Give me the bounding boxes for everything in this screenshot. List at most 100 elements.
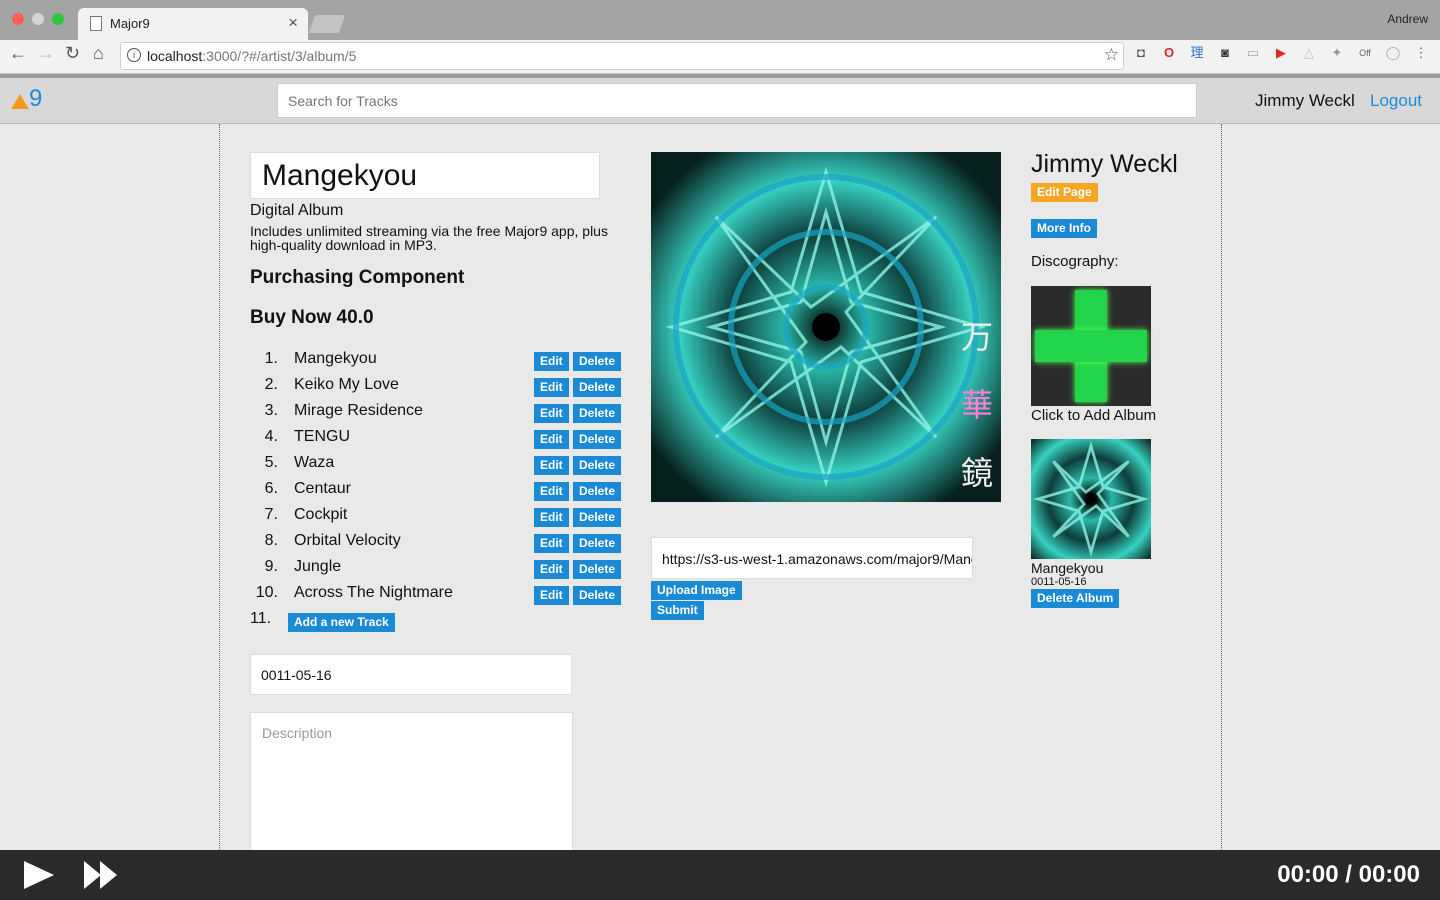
track-name[interactable]: Keiko My Love xyxy=(294,376,399,394)
description-textarea[interactable]: Description xyxy=(250,712,573,852)
extension-chat-icon[interactable]: ▭ xyxy=(1245,45,1261,61)
minimize-window-icon[interactable] xyxy=(32,13,44,25)
url-host: localhost xyxy=(147,48,203,64)
track-row: 9. Jungle Edit Delete xyxy=(240,558,625,584)
submit-button[interactable]: Submit xyxy=(651,601,704,620)
plus-icon xyxy=(1035,330,1147,362)
logo-triangle-icon[interactable] xyxy=(11,94,29,109)
search-input[interactable] xyxy=(277,83,1197,118)
kaleidoscope-art xyxy=(651,152,1001,502)
home-icon[interactable]: ⌂ xyxy=(93,43,104,64)
info-icon[interactable]: i xyxy=(127,48,141,62)
extension-video-icon[interactable]: ▶ xyxy=(1273,45,1289,61)
release-date-input[interactable]: 0011-05-16 xyxy=(250,654,572,695)
edit-track-button[interactable]: Edit xyxy=(534,508,569,527)
delete-track-button[interactable]: Delete xyxy=(573,430,622,449)
delete-track-button[interactable]: Delete xyxy=(573,560,622,579)
fast-forward-icon[interactable] xyxy=(84,861,120,889)
main-container: Mangekyou Digital Album Includes unlimit… xyxy=(219,124,1222,852)
header-user-name[interactable]: Jimmy Weckl xyxy=(1255,91,1355,111)
add-album-label[interactable]: Click to Add Album xyxy=(1031,407,1156,424)
edit-track-button[interactable]: Edit xyxy=(534,586,569,605)
cover-kanji-2: 華 xyxy=(961,386,994,424)
delete-track-button[interactable]: Delete xyxy=(573,352,622,371)
edit-page-button[interactable]: Edit Page xyxy=(1031,183,1098,202)
extension-circle-icon[interactable]: ◯ xyxy=(1385,45,1401,61)
app-header: 9 Jimmy Weckl Logout xyxy=(0,78,1440,124)
delete-track-button[interactable]: Delete xyxy=(573,378,622,397)
track-number: 2. xyxy=(264,376,278,393)
delete-track-button[interactable]: Delete xyxy=(573,534,622,553)
track-name[interactable]: Mangekyou xyxy=(294,350,377,368)
buy-now-label[interactable]: Buy Now 40.0 xyxy=(250,307,374,329)
track-number: 6. xyxy=(264,480,278,497)
album-title-input[interactable]: Mangekyou xyxy=(250,152,600,199)
track-row: 2. Keiko My Love Edit Delete xyxy=(240,376,625,402)
kaleidoscope-thumb xyxy=(1032,440,1150,558)
edit-track-button[interactable]: Edit xyxy=(534,534,569,553)
pocket-icon[interactable]: ◘ xyxy=(1133,45,1149,61)
forward-icon[interactable]: → xyxy=(37,43,55,64)
edit-track-button[interactable]: Edit xyxy=(534,456,569,475)
logout-link[interactable]: Logout xyxy=(1370,91,1422,111)
browser-toolbar: ← → ↻ ⌂ i localhost:3000/?#/artist/3/alb… xyxy=(0,40,1440,74)
tab-title: Major9 xyxy=(110,16,150,31)
track-row: 10. Across The Nightmare Edit Delete xyxy=(240,584,625,610)
track-row: 7. Cockpit Edit Delete xyxy=(240,506,625,532)
reload-icon[interactable]: ↻ xyxy=(65,43,80,64)
opera-icon[interactable]: O xyxy=(1161,45,1177,61)
delete-track-button[interactable]: Delete xyxy=(573,456,622,475)
delete-track-button[interactable]: Delete xyxy=(573,404,622,423)
off-toggle-icon[interactable]: Off xyxy=(1357,45,1373,61)
discography-album-title[interactable]: Mangekyou xyxy=(1031,560,1103,576)
zoom-window-icon[interactable] xyxy=(52,13,64,25)
edit-track-button[interactable]: Edit xyxy=(534,352,569,371)
delete-track-button[interactable]: Delete xyxy=(573,508,622,527)
edit-track-button[interactable]: Edit xyxy=(534,378,569,397)
address-bar[interactable]: i localhost:3000/?#/artist/3/album/5 ☆ xyxy=(120,42,1124,70)
delete-track-button[interactable]: Delete xyxy=(573,586,622,605)
menu-dots-icon[interactable]: ⋮ xyxy=(1413,45,1429,61)
page-icon xyxy=(90,16,102,31)
track-name[interactable]: Orbital Velocity xyxy=(294,532,401,550)
drive-icon[interactable]: △ xyxy=(1301,45,1317,61)
bookmark-star-icon[interactable]: ☆ xyxy=(1104,45,1119,65)
add-album-tile[interactable] xyxy=(1031,286,1151,406)
edit-track-button[interactable]: Edit xyxy=(534,482,569,501)
upload-image-button[interactable]: Upload Image xyxy=(651,581,742,600)
back-icon[interactable]: ← xyxy=(9,43,27,64)
track-row: 3. Mirage Residence Edit Delete xyxy=(240,402,625,428)
add-track-button[interactable]: Add a new Track xyxy=(288,613,395,632)
track-name[interactable]: Cockpit xyxy=(294,506,347,524)
track-name[interactable]: Waza xyxy=(294,454,334,472)
play-icon[interactable] xyxy=(24,861,54,889)
edit-track-button[interactable]: Edit xyxy=(534,430,569,449)
delete-album-button[interactable]: Delete Album xyxy=(1031,589,1120,608)
puzzle-icon[interactable]: ✦ xyxy=(1329,45,1345,61)
track-number: 5. xyxy=(264,454,278,471)
url-path: :3000/?#/artist/3/album/5 xyxy=(202,48,357,64)
track-name[interactable]: Mirage Residence xyxy=(294,402,423,420)
new-tab-button[interactable] xyxy=(308,15,346,33)
track-name[interactable]: Centaur xyxy=(294,480,351,498)
delete-track-button[interactable]: Delete xyxy=(573,482,622,501)
add-track-row: 11. Add a new Track xyxy=(240,610,625,636)
album-thumbnail[interactable] xyxy=(1031,439,1151,559)
close-window-icon[interactable] xyxy=(12,13,24,25)
profile-name[interactable]: Andrew xyxy=(1387,12,1428,26)
edit-track-button[interactable]: Edit xyxy=(534,404,569,423)
discography-album-date: 0011-05-16 xyxy=(1031,576,1087,588)
more-info-button[interactable]: More Info xyxy=(1031,219,1097,238)
track-number: 3. xyxy=(264,402,278,419)
track-name[interactable]: Jungle xyxy=(294,558,341,576)
tab-close-icon[interactable]: × xyxy=(288,13,298,33)
edit-track-button[interactable]: Edit xyxy=(534,560,569,579)
track-name[interactable]: TENGU xyxy=(294,428,350,446)
track-name[interactable]: Across The Nightmare xyxy=(294,584,453,602)
translate-icon[interactable]: 理 xyxy=(1189,45,1205,61)
track-row: 8. Orbital Velocity Edit Delete xyxy=(240,532,625,558)
extension-mask-icon[interactable]: ◙ xyxy=(1217,45,1233,61)
image-url-input[interactable]: https://s3-us-west-1.amazonaws.com/major… xyxy=(651,537,973,579)
browser-tab[interactable]: Major9 × xyxy=(78,8,308,40)
logo[interactable]: 9 xyxy=(29,85,42,113)
